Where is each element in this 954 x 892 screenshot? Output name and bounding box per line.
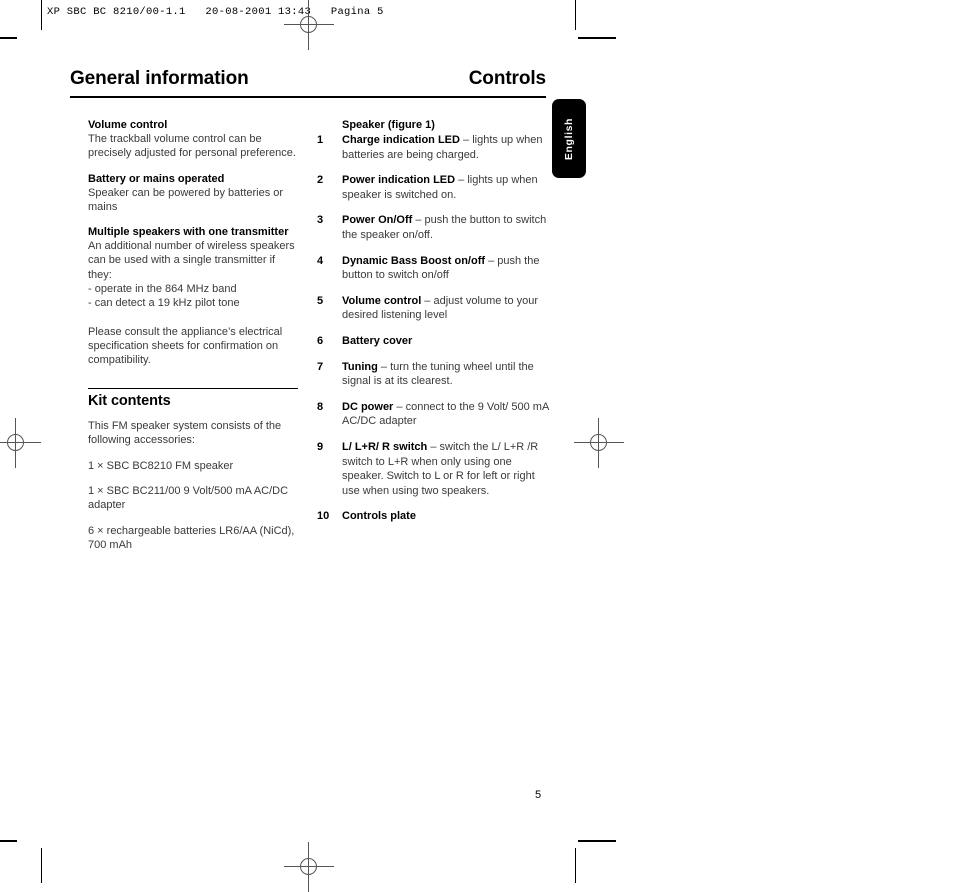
language-tab-label: English <box>563 117 575 160</box>
section-battery-or-mains: Battery or mains operated Speaker can be… <box>88 172 300 215</box>
control-item-number: 9 <box>317 440 324 453</box>
control-item-label: Tuning <box>342 360 378 373</box>
paragraph: Speaker can be powered by batteries or m… <box>88 186 284 213</box>
control-item-label: Controls plate <box>342 510 416 523</box>
list-item: 1 × SBC BC211/00 9 Volt/500 mA AC/DC ada… <box>88 485 289 512</box>
subheading: Multiple speakers with one transmitter <box>88 226 289 239</box>
bullet-line: - can detect a 19 kHz pilot tone <box>88 297 240 310</box>
control-item-number: 5 <box>317 294 324 307</box>
control-item-dash: – <box>455 174 468 187</box>
control-list-item: 5 Volume control – adjust volume to your … <box>317 294 549 323</box>
control-item-number: 7 <box>317 360 324 373</box>
language-tab-english: English <box>552 99 586 178</box>
control-list-item: 2 Power indication LED – lights up when s… <box>317 173 549 202</box>
page-title-left: General information <box>70 68 249 89</box>
control-item-label: Dynamic Bass Boost on/off <box>342 254 486 267</box>
control-item-number: 6 <box>317 334 324 347</box>
control-item-number: 2 <box>317 174 324 187</box>
control-list-item: 3 Power On/Off – push the button to switc… <box>317 213 549 242</box>
paragraph: The trackball volume control can be prec… <box>88 133 296 160</box>
paragraph: An additional number of wireless speaker… <box>88 240 295 281</box>
kit-contents-intro: This FM speaker system consists of the f… <box>88 420 282 447</box>
control-item-number: 8 <box>317 400 324 413</box>
control-item-dash: – <box>412 214 425 227</box>
control-list-item: 4 Dynamic Bass Boost on/off – push the bu… <box>317 254 549 283</box>
control-item-dash: – <box>459 134 473 146</box>
control-list-item: 8 DC power – connect to the 9 Volt/ 500 m… <box>317 400 549 429</box>
control-item-label: Power On/Off <box>342 214 413 227</box>
page-title-right: Controls <box>468 68 546 89</box>
subheading: Volume control <box>88 119 168 131</box>
control-item-label: Volume control <box>342 294 422 307</box>
control-list-item: 10 Controls plate <box>317 509 549 524</box>
kit-contents-divider <box>88 387 298 390</box>
left-column: Volume control The trackball volume cont… <box>88 118 300 563</box>
control-list-item: 1 Charge indication LED – lights up when … <box>317 133 549 162</box>
control-item-dash: – <box>393 400 406 413</box>
control-item-number: 4 <box>317 254 324 267</box>
control-list-item: 7 Tuning – turn the tuning wheel until th… <box>317 360 549 389</box>
section-volume-control: Volume control The trackball volume cont… <box>88 118 300 161</box>
control-item-label: DC power <box>342 400 394 413</box>
controls-list: 1 Charge indication LED – lights up when … <box>317 133 549 524</box>
page-number: 5 <box>535 789 542 801</box>
control-item-label: Power indication LED <box>342 174 456 187</box>
control-item-label: L/ L+R/ R switch <box>342 440 428 453</box>
section-multiple-speakers: Multiple speakers with one transmitter A… <box>88 225 300 310</box>
subheading-speaker-figure: Speaker (figure 1) <box>342 119 435 131</box>
control-item-dash: – <box>485 254 498 267</box>
control-item-dash: – <box>427 440 440 453</box>
subheading: Battery or mains operated <box>88 172 225 185</box>
manual-page: General information Controls English Vol… <box>0 0 954 883</box>
control-item-number: 1 <box>317 134 324 146</box>
control-item-label: Battery cover <box>342 334 413 347</box>
header-divider <box>70 96 546 98</box>
control-item-label: Charge indication LED <box>342 134 460 146</box>
control-item-dash: – <box>421 294 434 307</box>
control-list-item: 6 Battery cover <box>317 334 549 349</box>
list-item: 6 × rechargeable batteries LR6/AA (NiCd)… <box>88 524 295 551</box>
page-header: General information Controls <box>70 68 546 90</box>
control-item-number: 3 <box>317 214 324 227</box>
control-list-item: 9 L/ L+R/ R switch – switch the L/ L+R /R… <box>317 440 549 498</box>
section-compatibility-note: Please consult the appliance’s electrica… <box>88 325 300 368</box>
list-item: 1 × SBC BC8210 FM speaker <box>88 459 234 472</box>
control-item-number: 10 <box>317 510 330 523</box>
paragraph: Please consult the appliance’s electrica… <box>88 325 283 367</box>
section-heading-kit-contents: Kit contents <box>88 393 171 410</box>
right-column: Speaker (figure 1) 1 Charge indication LE… <box>317 118 549 535</box>
control-item-dash: – <box>377 360 391 373</box>
bullet-line: - operate in the 864 MHz band <box>88 283 237 296</box>
